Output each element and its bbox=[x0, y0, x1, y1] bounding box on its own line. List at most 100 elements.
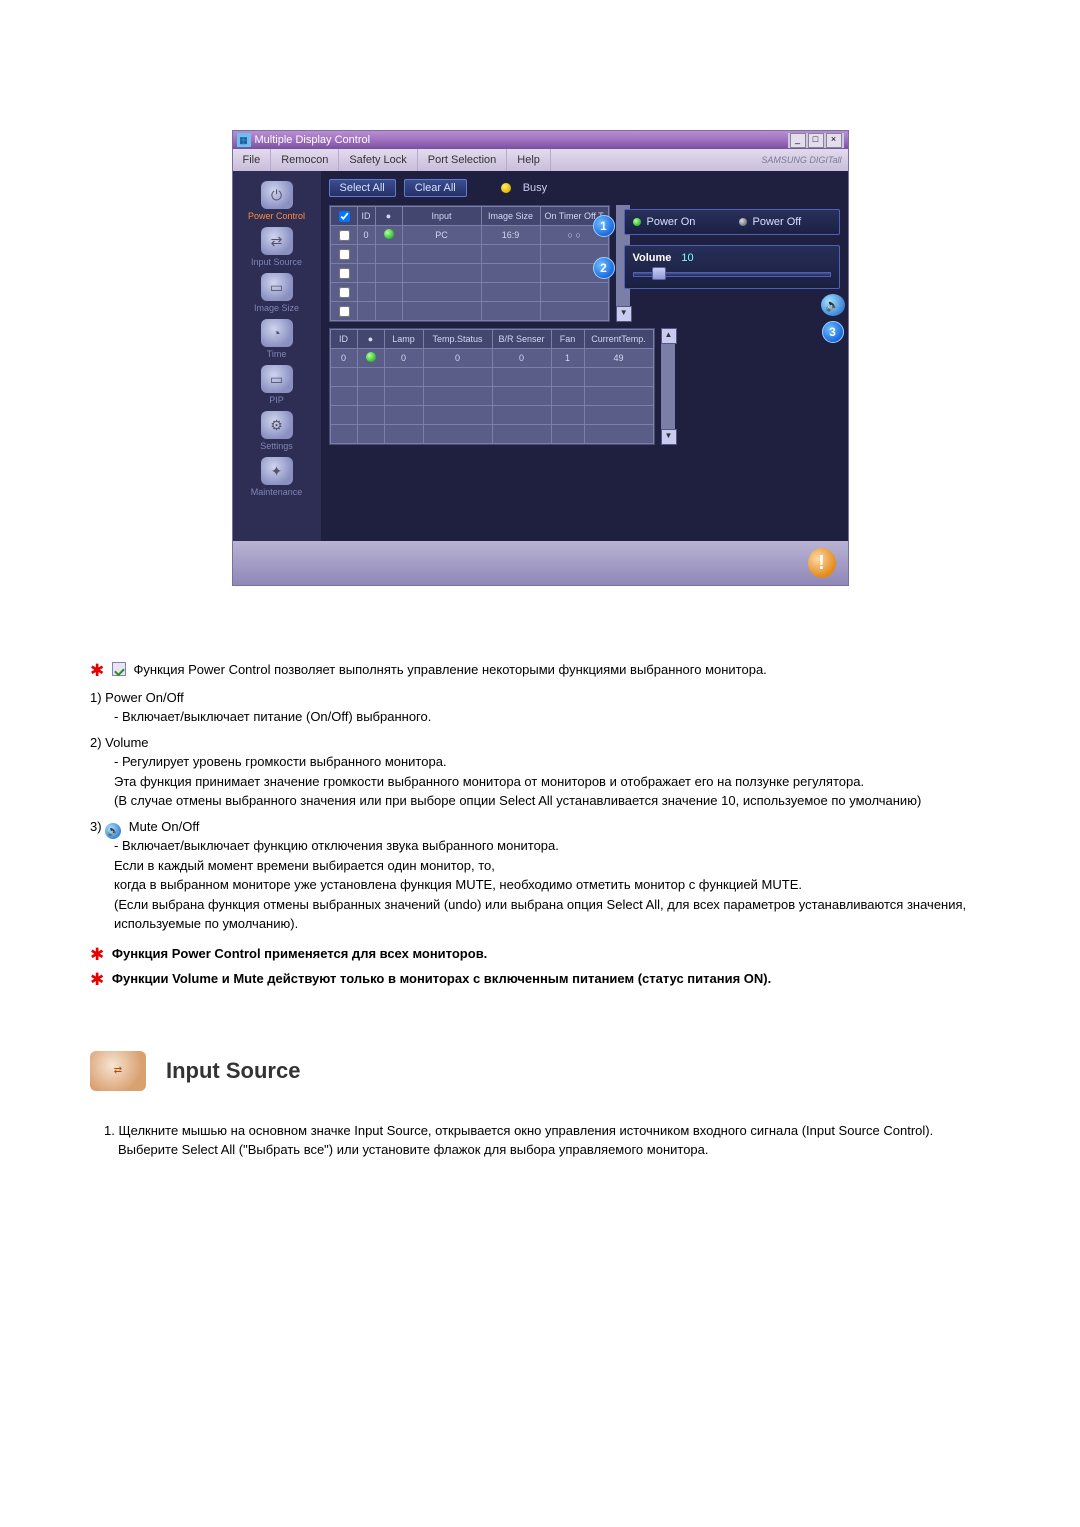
row-checkbox[interactable] bbox=[339, 249, 350, 260]
status-dot-icon bbox=[384, 229, 394, 239]
minimize-button[interactable]: _ bbox=[790, 133, 806, 148]
volume-value: 10 bbox=[681, 252, 693, 264]
list-item-2: 2) Volume - Регулирует уровень громкости… bbox=[90, 733, 990, 811]
time-icon: ◔ bbox=[261, 319, 293, 347]
info-icon[interactable]: ! bbox=[808, 548, 836, 578]
menu-help[interactable]: Help bbox=[507, 149, 551, 171]
star-icon: ✱ bbox=[90, 658, 104, 684]
scroll-down-icon[interactable]: ▼ bbox=[616, 306, 632, 322]
select-all-button[interactable]: Select All bbox=[329, 179, 396, 197]
clear-all-button[interactable]: Clear All bbox=[404, 179, 467, 197]
grid-header-row: ID ● Input Image Size On Timer Off T bbox=[330, 207, 608, 226]
menu-safety-lock[interactable]: Safety Lock bbox=[339, 149, 417, 171]
row-checkbox[interactable] bbox=[339, 230, 350, 241]
row-checkbox[interactable] bbox=[339, 268, 350, 279]
window-title: Multiple Display Control bbox=[255, 134, 788, 146]
list-sub: Эта функция принимает значение громкости… bbox=[90, 772, 990, 792]
row-checkbox[interactable] bbox=[339, 287, 350, 298]
menu-port-selection[interactable]: Port Selection bbox=[418, 149, 507, 171]
col-id: ID bbox=[357, 207, 375, 226]
grid-row-empty: ....... bbox=[330, 368, 653, 387]
list-item-1: 1) Power On/Off - Включает/выключает пит… bbox=[90, 688, 990, 727]
grid-row-empty: ..... bbox=[330, 283, 608, 302]
volume-slider[interactable] bbox=[633, 268, 831, 278]
display-grid: ID ● Input Image Size On Timer Off T 0 P bbox=[329, 205, 610, 322]
section-heading: ⇄ Input Source bbox=[90, 1051, 990, 1091]
sidebar-item-time[interactable]: ◔ Time bbox=[241, 319, 313, 359]
main-panel: Select All Clear All Busy ID ● bbox=[321, 171, 848, 541]
sidebar-item-input-source[interactable]: ⇄ Input Source bbox=[241, 227, 313, 267]
grid-header-row: ID ● Lamp Temp.Status B/R Senser Fan Cur… bbox=[330, 330, 653, 349]
power-row: Power On Power Off bbox=[624, 209, 840, 235]
sidebar-item-label: Input Source bbox=[241, 257, 313, 267]
grid-row-empty: ....... bbox=[330, 425, 653, 444]
status-dot-icon bbox=[366, 352, 376, 362]
intro-line: ✱ Функция Power Control позволяет выполн… bbox=[90, 656, 990, 682]
power-off-label: Power Off bbox=[753, 216, 802, 228]
sidebar-item-label: Settings bbox=[241, 441, 313, 451]
cell-id: 0 bbox=[357, 226, 375, 245]
volume-thumb[interactable] bbox=[652, 267, 666, 280]
note-2: ✱ Функции Volume и Mute действуют только… bbox=[90, 965, 990, 991]
list-sub: (Если выбрана функция отмены выбранных з… bbox=[90, 895, 990, 934]
input-source-icon: ⇄ bbox=[261, 227, 293, 255]
mute-icon[interactable]: 🔈 bbox=[821, 294, 845, 316]
star-icon: ✱ bbox=[90, 942, 104, 968]
list-sub: - Включает/выключает питание (On/Off) вы… bbox=[90, 707, 990, 727]
col-fan: Fan bbox=[551, 330, 584, 349]
power-off-dot-icon bbox=[739, 218, 747, 226]
close-button[interactable]: × bbox=[826, 133, 842, 148]
grid-row[interactable]: 0 PC 16:9 ○ ○ bbox=[330, 226, 608, 245]
menu-remocon[interactable]: Remocon bbox=[271, 149, 339, 171]
pip-icon: ▭ bbox=[261, 365, 293, 393]
sidebar-item-power-control[interactable]: ⏻ Power Control bbox=[241, 181, 313, 221]
step-1: 1. Щелкните мышью на основном значке Inp… bbox=[104, 1121, 990, 1160]
power-off-button[interactable]: Power Off bbox=[735, 214, 835, 230]
col-lamp: Lamp bbox=[384, 330, 423, 349]
volume-label: Volume bbox=[633, 252, 672, 264]
star-icon: ✱ bbox=[90, 967, 104, 993]
mute-inline-icon: 🔈 bbox=[105, 823, 121, 839]
col-status: ● bbox=[375, 207, 402, 226]
row-checkbox[interactable] bbox=[339, 306, 350, 317]
sidebar-item-settings[interactable]: ⚙ Settings bbox=[241, 411, 313, 451]
scroll-down-icon[interactable]: ▼ bbox=[661, 429, 677, 445]
grid-row-empty: ....... bbox=[330, 406, 653, 425]
list-sub: (В случае отмены выбранного значения или… bbox=[90, 791, 990, 811]
power-icon: ⏻ bbox=[261, 181, 293, 209]
brand-label: SAMSUNG DIGITall bbox=[761, 155, 841, 165]
busy-label: Busy bbox=[523, 182, 547, 194]
scroll-up-icon[interactable]: ▲ bbox=[661, 328, 677, 344]
input-source-section-icon: ⇄ bbox=[90, 1051, 146, 1091]
sidebar-item-pip[interactable]: ▭ PIP bbox=[241, 365, 313, 405]
cell-lamp: 0 bbox=[384, 349, 423, 368]
callout-1: 1 bbox=[593, 215, 615, 237]
sidebar-item-label: Power Control bbox=[241, 211, 313, 221]
power-on-button[interactable]: Power On bbox=[629, 214, 729, 230]
settings-icon: ⚙ bbox=[261, 411, 293, 439]
cell-image-size: 16:9 bbox=[481, 226, 540, 245]
check-icon bbox=[112, 662, 126, 676]
col-id: ID bbox=[330, 330, 357, 349]
list-sub: - Включает/выключает функцию отключения … bbox=[90, 836, 990, 856]
grid-row-empty: ..... bbox=[330, 245, 608, 264]
col-input: Input bbox=[402, 207, 481, 226]
grid-scrollbar[interactable]: ▲ ▼ bbox=[661, 328, 675, 445]
sidebar-item-image-size[interactable]: ▭ Image Size bbox=[241, 273, 313, 313]
section-title: Input Source bbox=[166, 1054, 300, 1087]
app-icon: ▦ bbox=[237, 133, 251, 147]
grid-row[interactable]: 0 0 0 0 1 49 bbox=[330, 349, 653, 368]
toolbar: Select All Clear All Busy bbox=[329, 179, 840, 197]
col-image-size: Image Size bbox=[481, 207, 540, 226]
busy-indicator-icon bbox=[501, 183, 511, 193]
maximize-button[interactable]: □ bbox=[808, 133, 824, 148]
power-on-dot-icon bbox=[633, 218, 641, 226]
status-bar: ! bbox=[233, 541, 848, 585]
select-all-checkbox[interactable] bbox=[339, 211, 350, 222]
col-current-temp: CurrentTemp. bbox=[584, 330, 653, 349]
list-sub: когда в выбранном мониторе уже установле… bbox=[90, 875, 990, 895]
menu-file[interactable]: File bbox=[233, 149, 272, 171]
list-item-3: 3) 🔈 Mute On/Off - Включает/выключает фу… bbox=[90, 817, 990, 934]
cell-current-temp: 49 bbox=[584, 349, 653, 368]
sidebar-item-maintenance[interactable]: ✦ Maintenance bbox=[241, 457, 313, 497]
